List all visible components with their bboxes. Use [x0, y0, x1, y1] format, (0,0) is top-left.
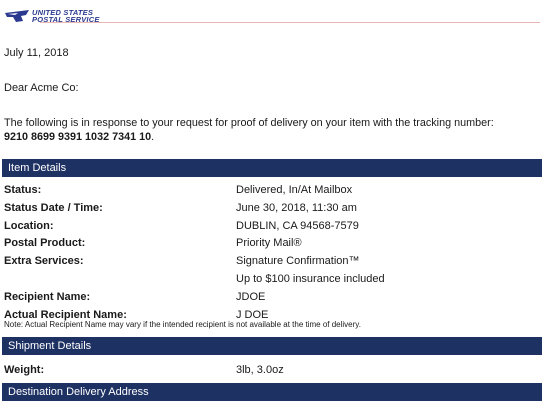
detail-value: Priority Mail® — [236, 237, 302, 250]
detail-value: Signature Confirmation™ — [236, 255, 360, 268]
detail-row-status: Status: Delivered, In/At Mailbox — [4, 184, 542, 202]
detail-value: June 30, 2018, 11:30 am — [236, 201, 357, 214]
detail-label: Extra Services: — [4, 255, 84, 268]
letter-greeting: Dear Acme Co: — [4, 82, 79, 94]
detail-label: Recipient Name: — [4, 290, 91, 303]
letter-date: July 11, 2018 — [4, 47, 69, 59]
detail-row-recipient: Recipient Name: JDOE — [4, 291, 542, 309]
letter-intro: The following is in response to your req… — [4, 116, 542, 144]
detail-value: JDOE — [236, 290, 266, 303]
tracking-number: 9210 8699 9391 1032 7341 10 — [4, 131, 152, 143]
detail-value: J DOE — [236, 308, 269, 321]
shipment-details-header: Shipment Details — [2, 337, 542, 355]
recipient-note: Note: Actual Recipient Name may vary if … — [4, 320, 361, 329]
detail-row-location: Location: DUBLIN, CA 94568-7579 — [4, 220, 542, 238]
detail-label: Actual Recipient Name: — [4, 308, 127, 321]
detail-row-postal-product: Postal Product: Priority Mail® — [4, 237, 542, 255]
destination-address-header: Destination Delivery Address — [2, 383, 542, 401]
detail-label: Postal Product: — [4, 237, 86, 250]
detail-row-extra-services: Extra Services: Signature Confirmation™ — [4, 255, 542, 273]
detail-label: Location: — [4, 219, 54, 232]
intro-text: The following is in response to your req… — [4, 117, 494, 129]
weight-value: 3lb, 3.0oz — [236, 364, 284, 376]
detail-row-status-date: Status Date / Time: June 30, 2018, 11:30… — [4, 202, 542, 220]
tracking-suffix: . — [151, 131, 155, 143]
detail-label: Status: — [4, 184, 42, 196]
detail-label: Status Date / Time: — [4, 201, 103, 214]
weight-row: Weight: 3lb, 3.0oz — [4, 364, 542, 380]
header-rule — [40, 22, 540, 23]
eagle-icon — [4, 8, 30, 24]
weight-label: Weight: — [4, 364, 45, 376]
detail-row-insurance: Up to $100 insurance included — [4, 273, 542, 291]
detail-value: DUBLIN, CA 94568-7579 — [236, 219, 359, 232]
item-details-list: Status: Delivered, In/At Mailbox Status … — [4, 184, 542, 326]
logo-text: UNITED STATES POSTAL SERVICE — [32, 9, 100, 24]
detail-value: Up to $100 insurance included — [236, 272, 385, 285]
detail-value: Delivered, In/At Mailbox — [236, 184, 353, 196]
item-details-header: Item Details — [2, 159, 542, 177]
